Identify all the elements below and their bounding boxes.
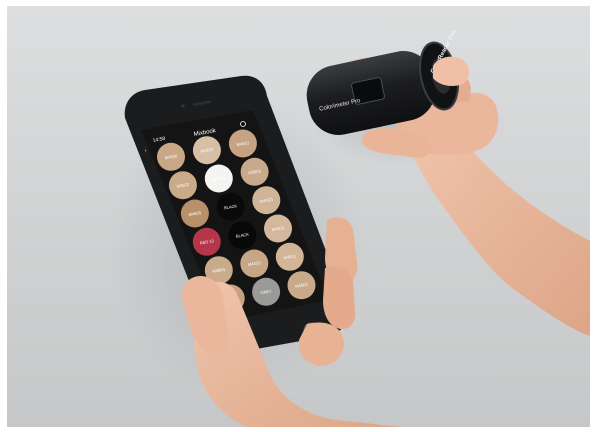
color-swatch[interactable]: M40(1) — [275, 242, 304, 271]
color-swatch[interactable]: M38(3) — [240, 157, 269, 186]
color-swatch[interactable]: M43(0) — [157, 142, 185, 171]
front-camera — [181, 104, 185, 108]
color-swatch[interactable]: RED 13 — [192, 227, 221, 256]
color-swatch[interactable]: M33(3) — [168, 171, 197, 200]
color-swatch[interactable]: M46(0) — [180, 199, 209, 228]
color-swatch[interactable]: M45(2) — [252, 186, 281, 215]
color-swatch[interactable]: BLACK — [216, 192, 245, 221]
product-photo: Colorimeter Pro ColorReader Pro 14:58 Mi… — [7, 6, 590, 427]
color-swatch[interactable]: GREY — [252, 277, 281, 306]
color-swatch[interactable]: M43(1) — [264, 214, 292, 243]
color-swatch[interactable]: M45(1) — [228, 129, 257, 158]
color-swatch[interactable]: M43(1) — [240, 249, 269, 278]
color-swatch[interactable]: M46(2) — [287, 271, 316, 300]
color-swatch[interactable]: WHITE — [204, 164, 233, 193]
color-swatch[interactable]: BLACK — [228, 221, 257, 250]
color-swatch[interactable]: M43(2) — [192, 136, 221, 165]
right-thumb — [433, 56, 469, 86]
